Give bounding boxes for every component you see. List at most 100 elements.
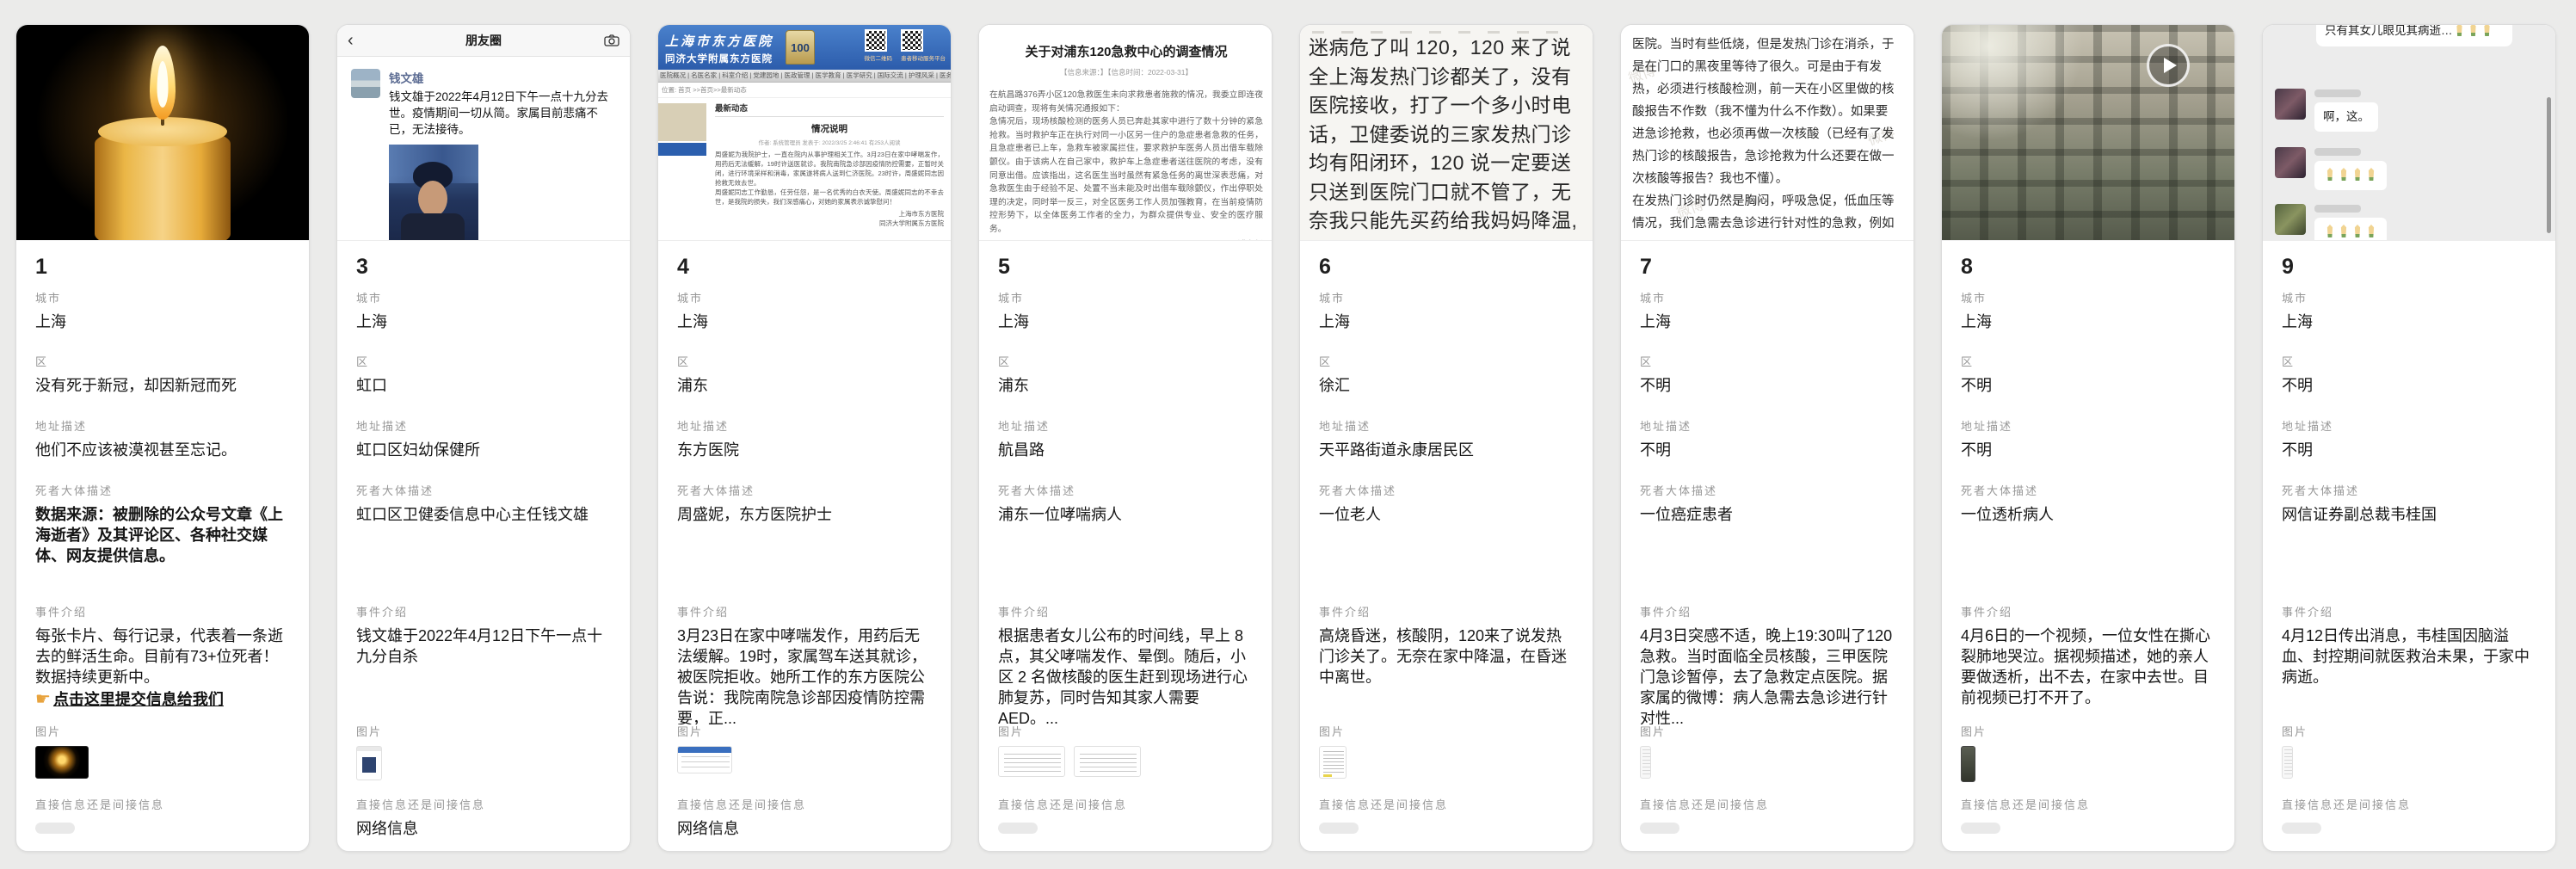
thumbnail-document-screenshot[interactable] [1074, 746, 1141, 777]
field-event: 事件介绍 根据患者女儿公布的时间线，早上 8 点，其父哮喘发作、晕倒。随后，小区… [998, 605, 1253, 724]
scarf-shape [401, 213, 465, 241]
official-report-screenshot: 关于对浦东120急救中心的调查情况 【信息来源：】【信息时间：2022-03-3… [979, 25, 1272, 240]
record-cover-image[interactable]: 微博 微博 微博 医院。当时有些低烧，但是发热门诊在消杀，于 是在门口的黑夜里等… [1621, 25, 1914, 241]
record-number: 6 [1319, 241, 1574, 291]
district-value: 不明 [2282, 375, 2536, 396]
post-author-name: 钱文雄 [389, 69, 618, 86]
hospital-site-header: 上海市东方医院 同济大学附属东方医院 100 微信二维码 患者移动服务平台 [658, 25, 951, 70]
district-value: 浦东 [998, 375, 1253, 396]
wechat-chat-screenshot: 只有其女儿眼见其病逝… 啊，这。 [2263, 25, 2555, 240]
city-value: 上海 [2282, 311, 2536, 332]
chat-bubble [2314, 218, 2387, 241]
district-label: 区 [2282, 354, 2536, 369]
wechat-moments-screenshot: ‹ 朋友圈 钱文雄 钱文雄于2022年4月12日下午一点十九分去世。疫情期间一切… [337, 25, 630, 240]
record-cover-image[interactable]: 迷病危了叫 120，120 来了说 全上海发热门诊都关了，没有 医院接收，打了一… [1300, 25, 1593, 241]
field-city: 城市 上海 [2282, 291, 2536, 354]
chat-message: 啊，这。 [2275, 89, 2378, 132]
event-value: 根据患者女儿公布的时间线，早上 8 点，其父哮喘发作、晕倒。随后，小区 2 名做… [998, 626, 1253, 724]
deceased-label: 死者大体描述 [1640, 484, 1895, 498]
event-label: 事件介绍 [998, 605, 1253, 619]
image-label: 图片 [2282, 724, 2536, 739]
record-cover-image[interactable] [1942, 25, 2234, 241]
record-number: 7 [1640, 241, 1895, 291]
thumbnail-moments-screenshot[interactable] [356, 746, 382, 780]
field-address: 地址描述 东方医院 [677, 419, 932, 484]
blurred-username [2314, 148, 2361, 156]
announcement-meta: 作者: 系统管理员 发表于: 2022/3/25 2:46:41 有253人阅读 [715, 138, 944, 146]
field-address: 地址描述 他们不应该被漠视甚至忘记。 [35, 419, 290, 484]
thumbnail-video-frame[interactable] [1961, 746, 1975, 782]
record-cover-image[interactable]: 只有其女儿眼见其病逝… 啊，这。 [2263, 25, 2555, 241]
record-card[interactable]: 1 城市 上海 区 没有死于新冠，却因新冠而死 地址描述 他们不应该被漠视甚至忘… [15, 24, 310, 852]
field-deceased: 死者大体描述 一位癌症患者 [1640, 484, 1895, 605]
address-label: 地址描述 [1640, 419, 1895, 434]
submit-info-link[interactable]: 点击这里提交信息给我们 [53, 691, 224, 708]
field-image: 图片 [1640, 724, 1895, 798]
pray-hands-emoji [2339, 168, 2350, 181]
city-label: 城市 [1961, 291, 2215, 305]
play-button[interactable] [2147, 44, 2190, 87]
record-card[interactable]: 迷病危了叫 120，120 来了说 全上海发热门诊都关了，没有 医院接收，打了一… [1299, 24, 1593, 852]
record-card[interactable]: 微博 微博 微博 医院。当时有些低烧，但是发热门诊在消杀，于 是在门口的黑夜里等… [1620, 24, 1914, 852]
district-value: 不明 [1640, 375, 1895, 396]
deceased-label: 死者大体描述 [2282, 484, 2536, 498]
record-body: 6 城市 上海 区 徐汇 地址描述 天平路街道永康居民区 死者大体描述 一位老人… [1300, 241, 1593, 849]
deceased-label: 死者大体描述 [35, 484, 290, 498]
thumbnail-long-screenshot[interactable] [1640, 746, 1651, 779]
thumbnail-candle-photo[interactable] [35, 746, 89, 779]
report-signature: 浦东新 [989, 237, 1263, 241]
event-label: 事件介绍 [2282, 605, 2536, 619]
record-cover-image[interactable]: 上海市东方医院 同济大学附属东方医院 100 微信二维码 患者移动服务平台 医院… [658, 25, 951, 241]
site-nav-bar: 医院概况 | 名医名家 | 科室介绍 | 党建园地 | 医政管理 | 医学教育 … [658, 70, 951, 83]
post-photo [389, 145, 478, 241]
image-label: 图片 [998, 724, 1253, 739]
announcement-signature: 上海市东方医院 同济大学附属东方医院 [715, 209, 944, 228]
image-thumbnails [2282, 746, 2536, 779]
gallery-board: 1 城市 上海 区 没有死于新冠，却因新冠而死 地址描述 他们不应该被漠视甚至忘… [0, 0, 2576, 852]
field-image: 图片 [2282, 724, 2536, 798]
event-label: 事件介绍 [1640, 605, 1895, 619]
address-label: 地址描述 [356, 419, 611, 434]
field-district: 区 不明 [1961, 354, 2215, 419]
city-label: 城市 [1640, 291, 1895, 305]
event-value: 3月23日在家中哮喘发作，用药后无法缓解。19时，家属驾车送其就诊，被医院拒收。… [677, 626, 932, 724]
record-number: 8 [1961, 241, 2215, 291]
thumbnail-document-screenshot[interactable] [998, 746, 1065, 777]
record-cover-image[interactable]: ‹ 朋友圈 钱文雄 钱文雄于2022年4月12日下午一点十九分去世。疫情期间一切… [337, 25, 630, 241]
pointing-hand-icon: ☛ [35, 690, 51, 709]
announcement-body: 周盛妮为我院护士，一直在院内从事护理相关工作。3月23日在家中哮喘发作，用药后无… [715, 150, 944, 206]
record-card[interactable]: ‹ 朋友圈 钱文雄 钱文雄于2022年4月12日下午一点十九分去世。疫情期间一切… [336, 24, 631, 852]
district-label: 区 [1640, 354, 1895, 369]
record-card[interactable]: 只有其女儿眼见其病逝… 啊，这。 [2262, 24, 2556, 852]
record-cover-image[interactable]: 关于对浦东120急救中心的调查情况 【信息来源：】【信息时间：2022-03-3… [979, 25, 1272, 241]
record-card[interactable]: 8 城市 上海 区 不明 地址描述 不明 死者大体描述 一位透析病人 事件介绍 … [1941, 24, 2235, 852]
record-card[interactable]: 关于对浦东120急救中心的调查情况 【信息来源：】【信息时间：2022-03-3… [978, 24, 1273, 852]
record-card[interactable]: 上海市东方医院 同济大学附属东方医院 100 微信二维码 患者移动服务平台 医院… [657, 24, 952, 852]
camera-icon [604, 34, 619, 46]
report-meta: 【信息来源：】【信息时间：2022-03-31】 [989, 67, 1263, 77]
thumbnail-text-screenshot[interactable] [1319, 746, 1347, 779]
city-value: 上海 [35, 311, 290, 332]
field-city: 城市 上海 [35, 291, 290, 354]
field-event: 事件介绍 4月12日传出消息，韦桂国因脑溢血、封控期间就医救治未果，于家中病逝。 [2282, 605, 2536, 724]
record-body: 3 城市 上海 区 虹口 地址描述 虹口区妇幼保健所 死者大体描述 虹口区卫健委… [337, 241, 630, 849]
record-number: 3 [356, 241, 611, 291]
thumbnail-chat-screenshot[interactable] [2282, 746, 2293, 779]
image-label: 图片 [677, 724, 932, 739]
field-event: 事件介绍 高烧昏迷，核酸阴，120来了说发热门诊关了。无奈在家中降温，在昏迷中离… [1319, 605, 1574, 724]
pray-hands-emoji [2468, 25, 2479, 36]
direct-label: 直接信息还是间接信息 [998, 798, 1253, 812]
field-image: 图片 [677, 724, 932, 798]
scrollbar[interactable] [2547, 97, 2551, 233]
field-direct: 直接信息还是间接信息 网络信息 [677, 798, 932, 849]
thumbnail-webpage-screenshot[interactable] [677, 746, 732, 773]
pray-hands-emoji [2352, 225, 2363, 237]
city-label: 城市 [2282, 291, 2536, 305]
record-cover-image[interactable] [16, 25, 309, 241]
record-body: 5 城市 上海 区 浦东 地址描述 航昌路 死者大体描述 浦东一位哮喘病人 事件… [979, 241, 1272, 849]
report-body: 在航昌路376弄小区120急救医生未向求救患者施救的情况，我委立即连夜启动调查，… [989, 89, 1263, 237]
direct-label: 直接信息还是间接信息 [1319, 798, 1574, 812]
field-city: 城市 上海 [677, 291, 932, 354]
text-screenshot: 迷病危了叫 120，120 来了说 全上海发热门诊都关了，没有 医院接收，打了一… [1300, 25, 1593, 240]
field-deceased: 死者大体描述 周盛妮，东方医院护士 [677, 484, 932, 605]
